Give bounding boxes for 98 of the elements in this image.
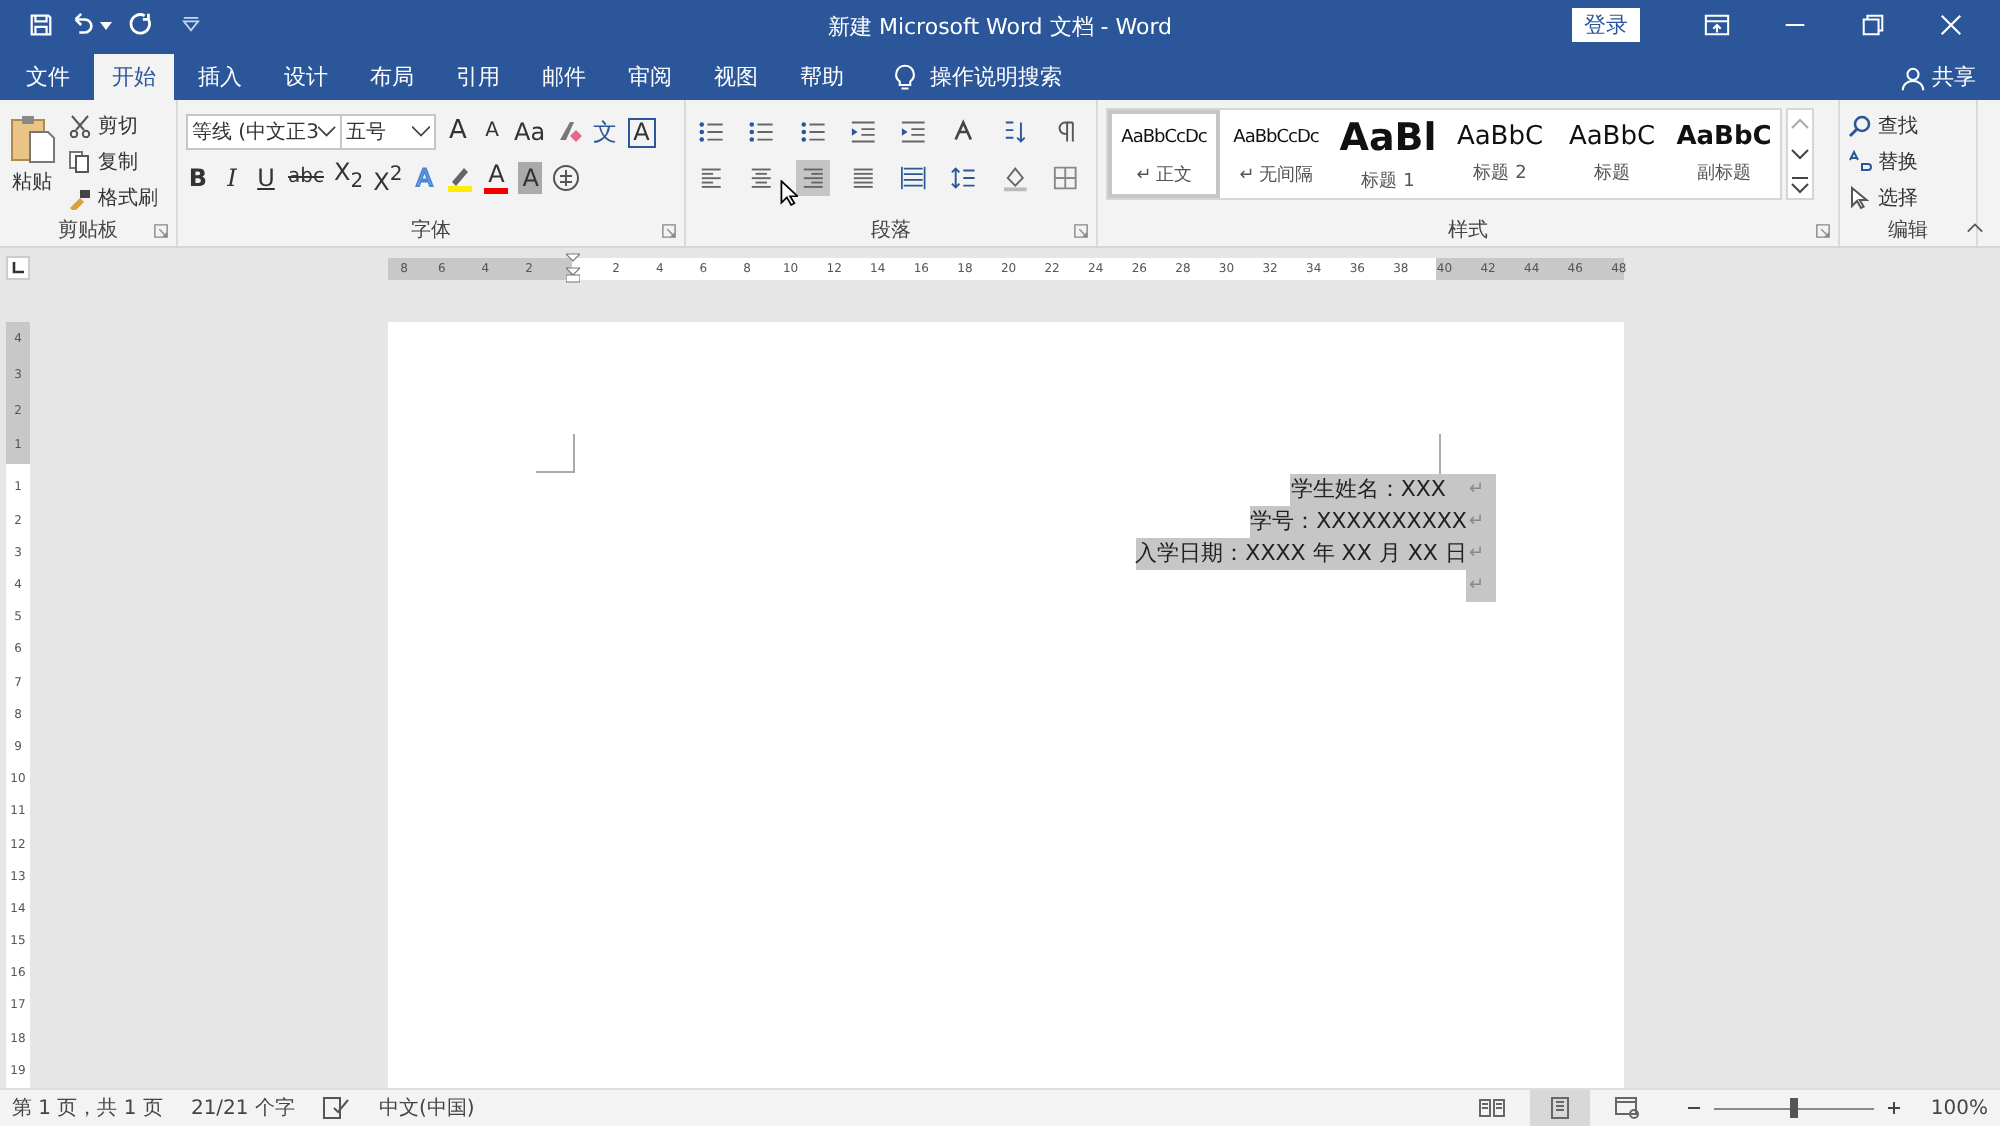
font-button[interactable]: X$_{2}$: [333, 156, 364, 200]
person-icon: [1900, 66, 1926, 92]
font-button[interactable]: abc: [288, 162, 324, 194]
document-text: 学生姓名：XXX: [1290, 474, 1453, 506]
copy-icon: [68, 149, 92, 173]
highlighter-icon[interactable]: [446, 164, 475, 192]
enclosed-character-icon[interactable]: [552, 164, 581, 192]
clipboard-button[interactable]: 剪切: [68, 108, 158, 142]
paragraph-mark: ↵: [1466, 506, 1496, 538]
font-name-field[interactable]: 等线 (中文正3: [186, 114, 342, 150]
font-size-field[interactable]: 五号: [340, 114, 436, 150]
restore-icon[interactable]: [1860, 12, 1886, 38]
paragraph-mark: ↵: [1466, 570, 1496, 602]
search-icon: [1848, 113, 1872, 137]
style-item[interactable]: AaBbCcDc ↵ 正文: [1108, 110, 1220, 198]
font-button[interactable]: A: [480, 116, 504, 148]
group-label: 字体: [411, 217, 451, 244]
editing-button[interactable]: 选择: [1848, 180, 1968, 214]
character-border-button[interactable]: A: [627, 117, 656, 147]
close-icon[interactable]: [1938, 12, 1964, 38]
editing-button[interactable]: 替换: [1848, 144, 1968, 178]
clipboard-button[interactable]: 复制: [68, 144, 158, 178]
margin-corner-mark: [536, 434, 576, 474]
editing-button[interactable]: 查找: [1848, 108, 1968, 142]
font-button[interactable]: B: [186, 162, 210, 194]
style-item[interactable]: AaBl 标题 1: [1332, 110, 1444, 198]
print-view-button[interactable]: [1530, 1090, 1591, 1126]
share-button[interactable]: 共享: [1926, 54, 2000, 100]
ribbon-tab[interactable]: 邮件: [524, 54, 604, 100]
clipboard-button[interactable]: 格式刷: [68, 180, 158, 214]
replace-icon: [1848, 149, 1872, 173]
font-button[interactable]: I: [220, 162, 244, 194]
ribbon-tab[interactable]: 插入: [180, 54, 260, 100]
ribbon-tab[interactable]: 开始: [94, 54, 174, 100]
web-page-icon: [1614, 1096, 1643, 1120]
launcher-icon[interactable]: [1074, 223, 1088, 237]
redo-icon[interactable]: [128, 12, 154, 38]
clear-format-icon[interactable]: [555, 118, 584, 146]
zoom-slider[interactable]: [1714, 1096, 1875, 1120]
undo-icon[interactable]: [70, 12, 96, 38]
group-label: 段落: [871, 217, 911, 244]
ribbon-tab[interactable]: 帮助: [782, 54, 862, 100]
page-count[interactable]: 第 1 页，共 1 页: [12, 1094, 163, 1122]
font-button[interactable]: A: [446, 116, 470, 148]
style-item[interactable]: AaBbC 标题: [1556, 110, 1668, 198]
collapse-ribbon-icon[interactable]: [1966, 222, 1984, 234]
group-label: 编辑: [1888, 217, 1928, 244]
ribbon-tab[interactable]: 引用: [438, 54, 518, 100]
caret-icon: [412, 126, 430, 138]
save-icon[interactable]: [28, 12, 54, 38]
paragraph-mark: ↵: [1466, 538, 1496, 570]
proofing-icon[interactable]: [322, 1096, 351, 1120]
page-icon: [1546, 1096, 1575, 1120]
caret-icon: [318, 126, 336, 138]
group-label: 剪贴板: [58, 217, 118, 244]
lightbulb-icon: [892, 64, 918, 92]
ribbon-tab[interactable]: 设计: [266, 54, 346, 100]
document-text: 入学日期：XXXX 年 XX 月 XX 日: [1135, 538, 1467, 570]
tell-me-search[interactable]: 操作说明搜索: [930, 54, 1062, 100]
zoom-slider-thumb[interactable]: [1790, 1098, 1799, 1118]
launcher-icon[interactable]: [154, 223, 168, 237]
font-button[interactable]: U: [254, 162, 278, 194]
customize-icon[interactable]: [182, 16, 200, 34]
style-item[interactable]: AaBbCcDc ↵ 无间隔: [1220, 110, 1332, 198]
style-item[interactable]: AaBbC 标题 2: [1444, 110, 1556, 198]
font-button[interactable]: X$^{2}$: [373, 159, 403, 197]
pointer-icon: [1848, 185, 1872, 209]
book-icon: [1478, 1096, 1507, 1120]
font-button[interactable]: Aa: [514, 116, 546, 148]
word-count[interactable]: 21/21 个字: [190, 1094, 295, 1122]
mouse-pointer-icon: [780, 180, 798, 206]
launcher-icon[interactable]: [1816, 223, 1830, 237]
window-title: 新建 Microsoft Word 文档 - Word: [827, 12, 1173, 42]
tab-selector-icon[interactable]: [6, 256, 30, 280]
launcher-icon[interactable]: [662, 223, 676, 237]
login-button[interactable]: 登录: [1572, 8, 1640, 42]
ribbon-tab[interactable]: 文件: [8, 54, 88, 100]
zoom-in-icon[interactable]: [1886, 1100, 1903, 1116]
style-item[interactable]: AaBbC 副标题: [1668, 110, 1780, 198]
paintbrush-icon: [68, 185, 92, 209]
margin-corner-mark: [1438, 434, 1442, 474]
language-indicator[interactable]: 中文(中国): [378, 1094, 475, 1122]
ribbon-tab[interactable]: 审阅: [610, 54, 690, 100]
paste-button[interactable]: 粘贴: [8, 108, 56, 214]
scissors-icon: [68, 113, 92, 137]
group-label: 样式: [1448, 217, 1488, 244]
phonetic-guide-button[interactable]: 文: [593, 116, 618, 148]
ribbon-display-icon[interactable]: [1704, 12, 1730, 38]
align-right-icon[interactable]: [795, 160, 830, 196]
paragraph-mark: ↵: [1452, 474, 1496, 506]
document-text: 学号：XXXXXXXXXX: [1250, 506, 1467, 538]
indent-marker-icon[interactable]: [565, 251, 580, 283]
dropdown-icon[interactable]: [100, 21, 112, 29]
character-shading-button[interactable]: A: [518, 162, 543, 194]
ribbon-tab[interactable]: 视图: [696, 54, 776, 100]
zoom-level[interactable]: 100%: [1930, 1097, 1988, 1119]
ribbon-tab[interactable]: 布局: [352, 54, 432, 100]
font-color-button[interactable]: A: [484, 162, 509, 194]
